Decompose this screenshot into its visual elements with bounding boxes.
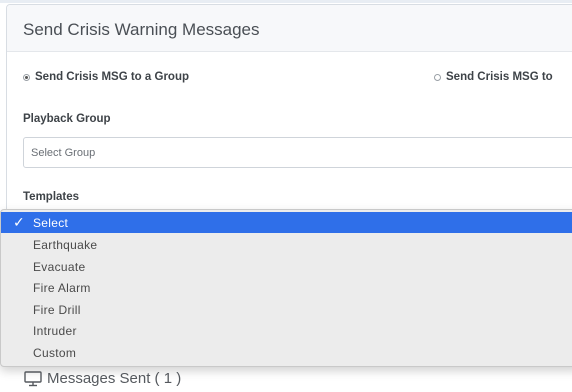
dropdown-option-select[interactable]: ✓ Select <box>1 212 572 233</box>
option-label: Select <box>33 215 69 230</box>
templates-dropdown[interactable]: ✓ Select Earthquake Evacuate Fire Alarm … <box>0 209 572 367</box>
checkmark-icon: ✓ <box>13 214 26 230</box>
option-label: Fire Alarm <box>33 281 91 295</box>
radio-send-to-other[interactable]: Send Crisis MSG to <box>434 71 553 83</box>
radio-button-checked[interactable] <box>23 73 30 81</box>
radio-label-other: Send Crisis MSG to <box>446 71 553 83</box>
playback-group-placeholder: Select Group <box>31 147 96 159</box>
option-label: Evacuate <box>33 260 86 274</box>
dropdown-option-intruder[interactable]: Intruder <box>1 321 572 341</box>
dropdown-option-fire-drill[interactable]: Fire Drill <box>1 300 572 320</box>
dropdown-option-custom[interactable]: Custom <box>1 343 572 363</box>
radio-label-group: Send Crisis MSG to a Group <box>35 71 189 83</box>
radio-button-unchecked[interactable] <box>434 73 441 81</box>
playback-group-select[interactable]: Select Group <box>23 137 572 168</box>
panel-header: Send Crisis Warning Messages <box>7 5 572 52</box>
option-label: Intruder <box>33 324 77 338</box>
templates-label: Templates <box>23 191 80 203</box>
panel-title: Send Crisis Warning Messages <box>23 20 260 39</box>
dropdown-option-evacuate[interactable]: Evacuate <box>1 257 572 277</box>
page: Send Crisis Warning Messages Send Crisis… <box>0 0 572 392</box>
top-strip <box>0 0 572 3</box>
playback-group-label: Playback Group <box>23 113 111 125</box>
messages-sent[interactable]: Messages Sent ( 1 ) <box>24 370 181 387</box>
option-label: Fire Drill <box>33 303 81 317</box>
dropdown-option-fire-alarm[interactable]: Fire Alarm <box>1 278 572 298</box>
option-label: Custom <box>33 346 77 360</box>
radio-send-to-group[interactable]: Send Crisis MSG to a Group <box>23 71 189 83</box>
monitor-icon <box>24 370 42 386</box>
dropdown-option-earthquake[interactable]: Earthquake <box>1 235 572 255</box>
messages-sent-label: Messages Sent ( 1 ) <box>47 370 182 387</box>
option-label: Earthquake <box>33 238 98 252</box>
